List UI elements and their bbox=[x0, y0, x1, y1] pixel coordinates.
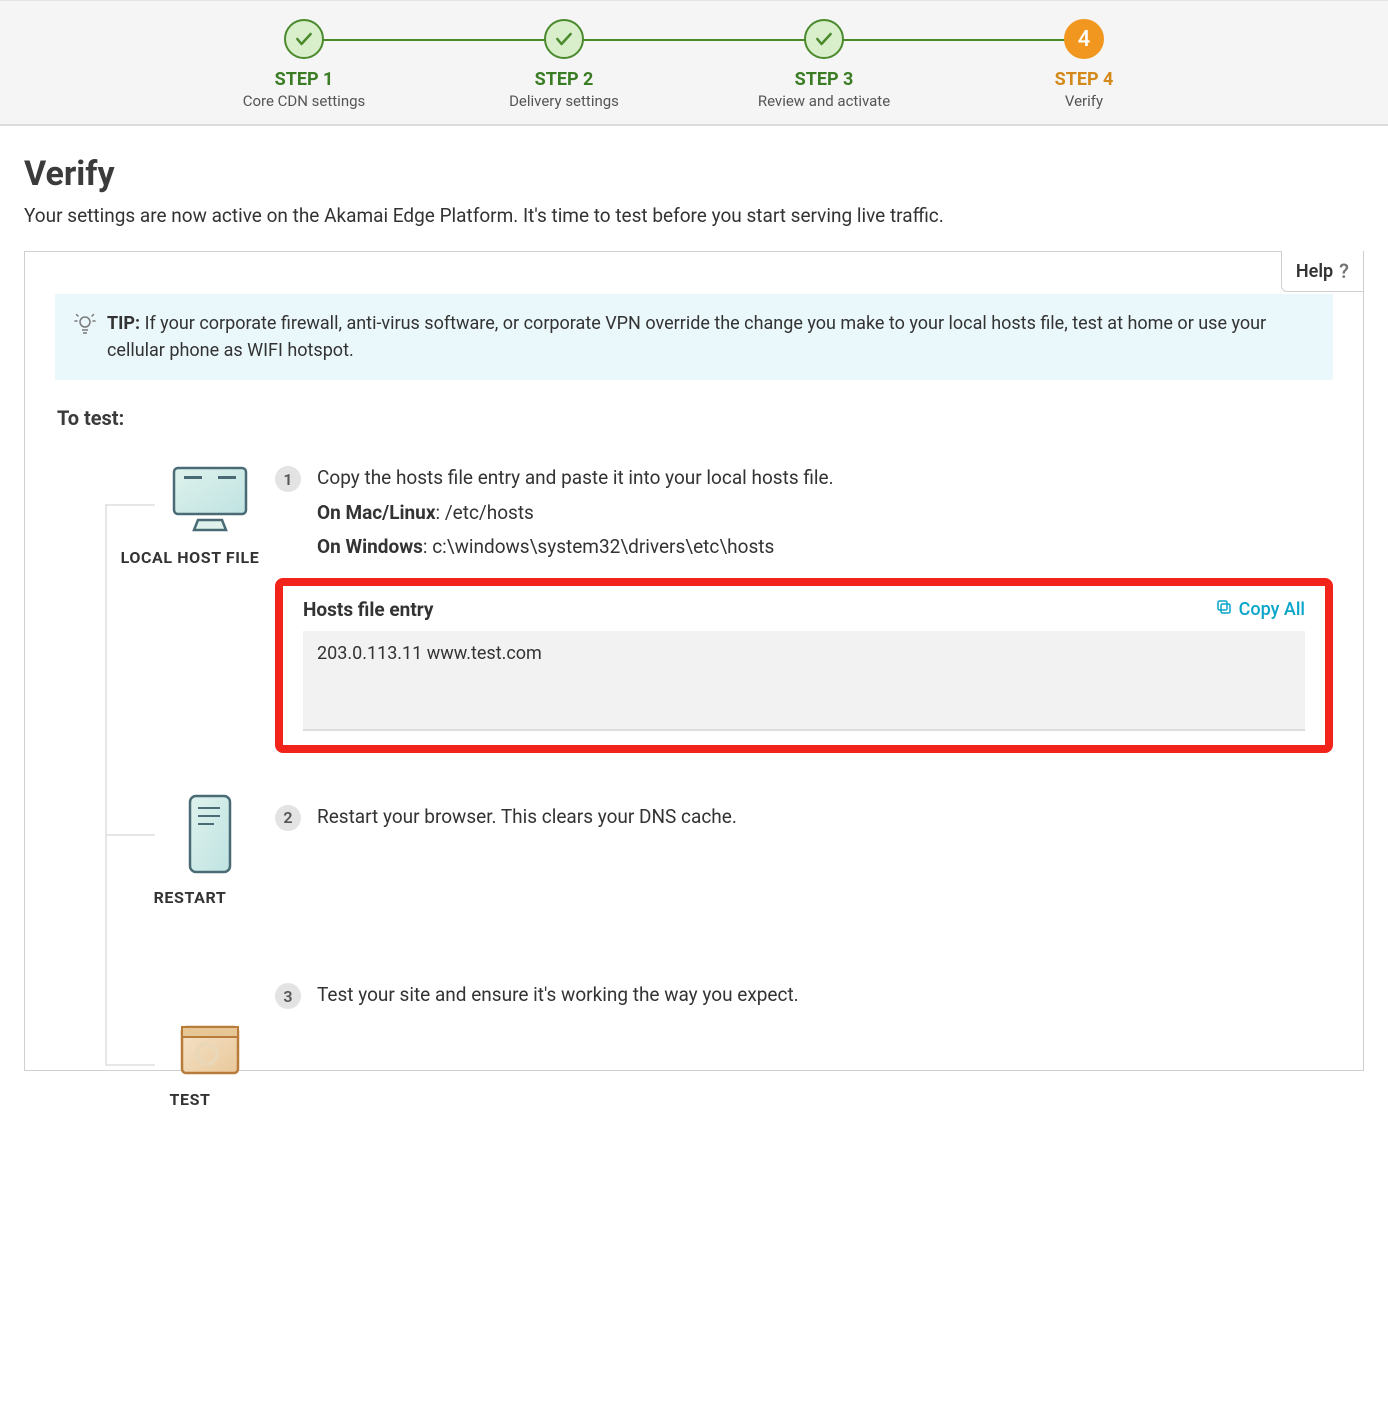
card: Help ? TIP: If your corporate firewall, … bbox=[24, 251, 1364, 1071]
phone-icon bbox=[184, 794, 236, 878]
test-step-2: 2 Restart your browser. This clears your… bbox=[275, 803, 1333, 832]
step-1-title: STEP 1 bbox=[275, 69, 334, 90]
rail-label-restart: RESTART bbox=[105, 888, 275, 907]
check-icon bbox=[544, 19, 584, 59]
rail-item-test: TEST bbox=[105, 1024, 275, 1109]
step-1[interactable]: STEP 1 Core CDN settings bbox=[174, 19, 434, 110]
hosts-entry-value[interactable]: 203.0.113.11 www.test.com bbox=[303, 631, 1305, 731]
help-button[interactable]: Help ? bbox=[1281, 251, 1364, 292]
check-icon bbox=[804, 19, 844, 59]
step-2-sub: Delivery settings bbox=[509, 92, 619, 110]
stepper-bar: STEP 1 Core CDN settings STEP 2 Delivery… bbox=[0, 0, 1388, 126]
step-4[interactable]: 4 STEP 4 Verify bbox=[954, 19, 1214, 110]
copy-all-label: Copy All bbox=[1239, 599, 1305, 620]
win-label: On Windows bbox=[317, 535, 423, 558]
step-4-circle: 4 bbox=[1064, 19, 1104, 59]
step-3-text: Test your site and ensure it's working t… bbox=[317, 981, 799, 1010]
tip-box: TIP: If your corporate firewall, anti-vi… bbox=[55, 294, 1333, 380]
to-test-heading: To test: bbox=[57, 406, 1333, 430]
step-2-title: STEP 2 bbox=[535, 69, 594, 90]
test-step-3: 3 Test your site and ensure it's working… bbox=[275, 981, 1333, 1010]
page-subtitle: Your settings are now active on the Akam… bbox=[24, 204, 1364, 227]
step-4-title: STEP 4 bbox=[1055, 69, 1114, 90]
rail-item-hostfile: LOCAL HOST FILE bbox=[105, 464, 275, 567]
win-path: : c:\windows\system32\drivers\etc\hosts bbox=[423, 535, 774, 558]
tip-label: TIP: bbox=[107, 313, 140, 334]
copy-icon bbox=[1215, 598, 1233, 621]
tip-text: If your corporate firewall, anti-virus s… bbox=[107, 313, 1266, 361]
page-title: Verify bbox=[24, 154, 1364, 194]
step-2[interactable]: STEP 2 Delivery settings bbox=[434, 19, 694, 110]
step-badge-1: 1 bbox=[275, 466, 301, 492]
copy-all-button[interactable]: Copy All bbox=[1215, 598, 1305, 621]
step-3[interactable]: STEP 3 Review and activate bbox=[694, 19, 954, 110]
step-badge-3: 3 bbox=[275, 983, 301, 1009]
hosts-entry-title: Hosts file entry bbox=[303, 598, 433, 621]
step-3-title: STEP 3 bbox=[795, 69, 854, 90]
browser-icon bbox=[179, 1024, 241, 1080]
rail-label-test: TEST bbox=[105, 1090, 275, 1109]
check-icon bbox=[284, 19, 324, 59]
steps-rail: LOCAL HOST FILE RESTART bbox=[105, 464, 275, 1040]
step-1-text: Copy the hosts file entry and paste it i… bbox=[317, 464, 834, 493]
lightbulb-icon bbox=[73, 312, 97, 364]
main-content: Verify Your settings are now active on t… bbox=[0, 126, 1388, 1071]
rail-item-restart: RESTART bbox=[105, 794, 275, 907]
step-4-sub: Verify bbox=[1065, 92, 1103, 110]
step-1-sub: Core CDN settings bbox=[243, 92, 366, 110]
step-badge-2: 2 bbox=[275, 805, 301, 831]
mac-label: On Mac/Linux bbox=[317, 501, 436, 524]
step-2-text: Restart your browser. This clears your D… bbox=[317, 803, 737, 832]
test-step-1: 1 Copy the hosts file entry and paste it… bbox=[275, 464, 1333, 562]
hosts-highlight-box: Hosts file entry Copy All 203.0.113.11 w… bbox=[275, 578, 1333, 753]
help-label: Help bbox=[1296, 261, 1333, 282]
step-3-sub: Review and activate bbox=[758, 92, 890, 110]
help-icon: ? bbox=[1339, 259, 1349, 283]
monitor-icon bbox=[168, 464, 252, 538]
rail-label-hostfile: LOCAL HOST FILE bbox=[105, 548, 275, 567]
mac-path: : /etc/hosts bbox=[436, 501, 534, 524]
